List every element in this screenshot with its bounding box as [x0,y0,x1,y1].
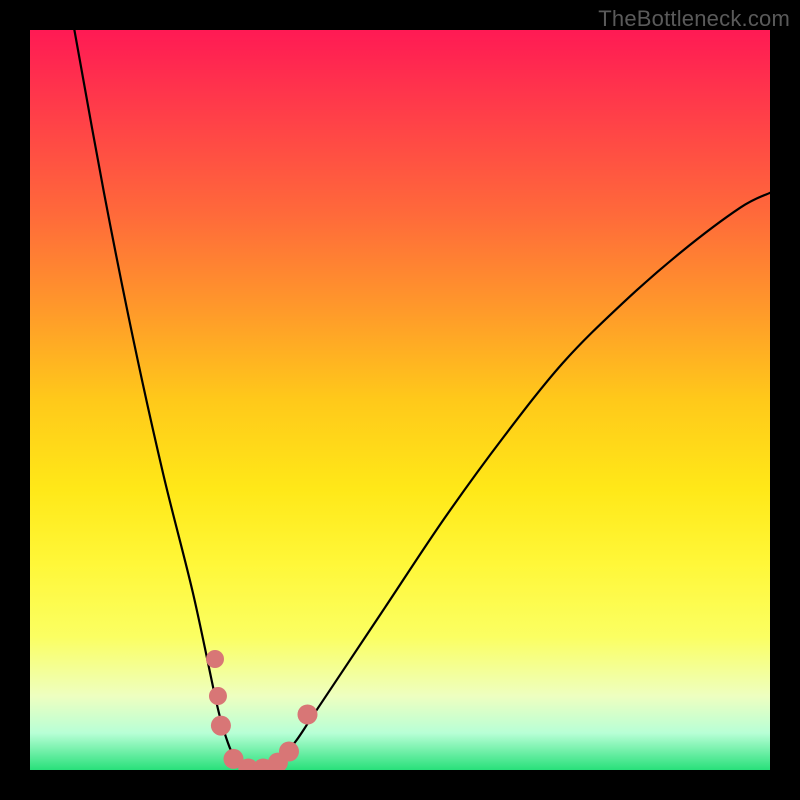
plot-area [30,30,770,770]
chart-svg [30,30,770,770]
watermark-text: TheBottleneck.com [598,6,790,32]
marker-dot [298,705,318,725]
marker-dot [279,742,299,762]
marker-dot [211,716,231,736]
marker-group [206,650,318,770]
bottleneck-curve [74,30,770,770]
chart-frame: TheBottleneck.com [0,0,800,800]
marker-dot [209,687,227,705]
marker-dot [206,650,224,668]
